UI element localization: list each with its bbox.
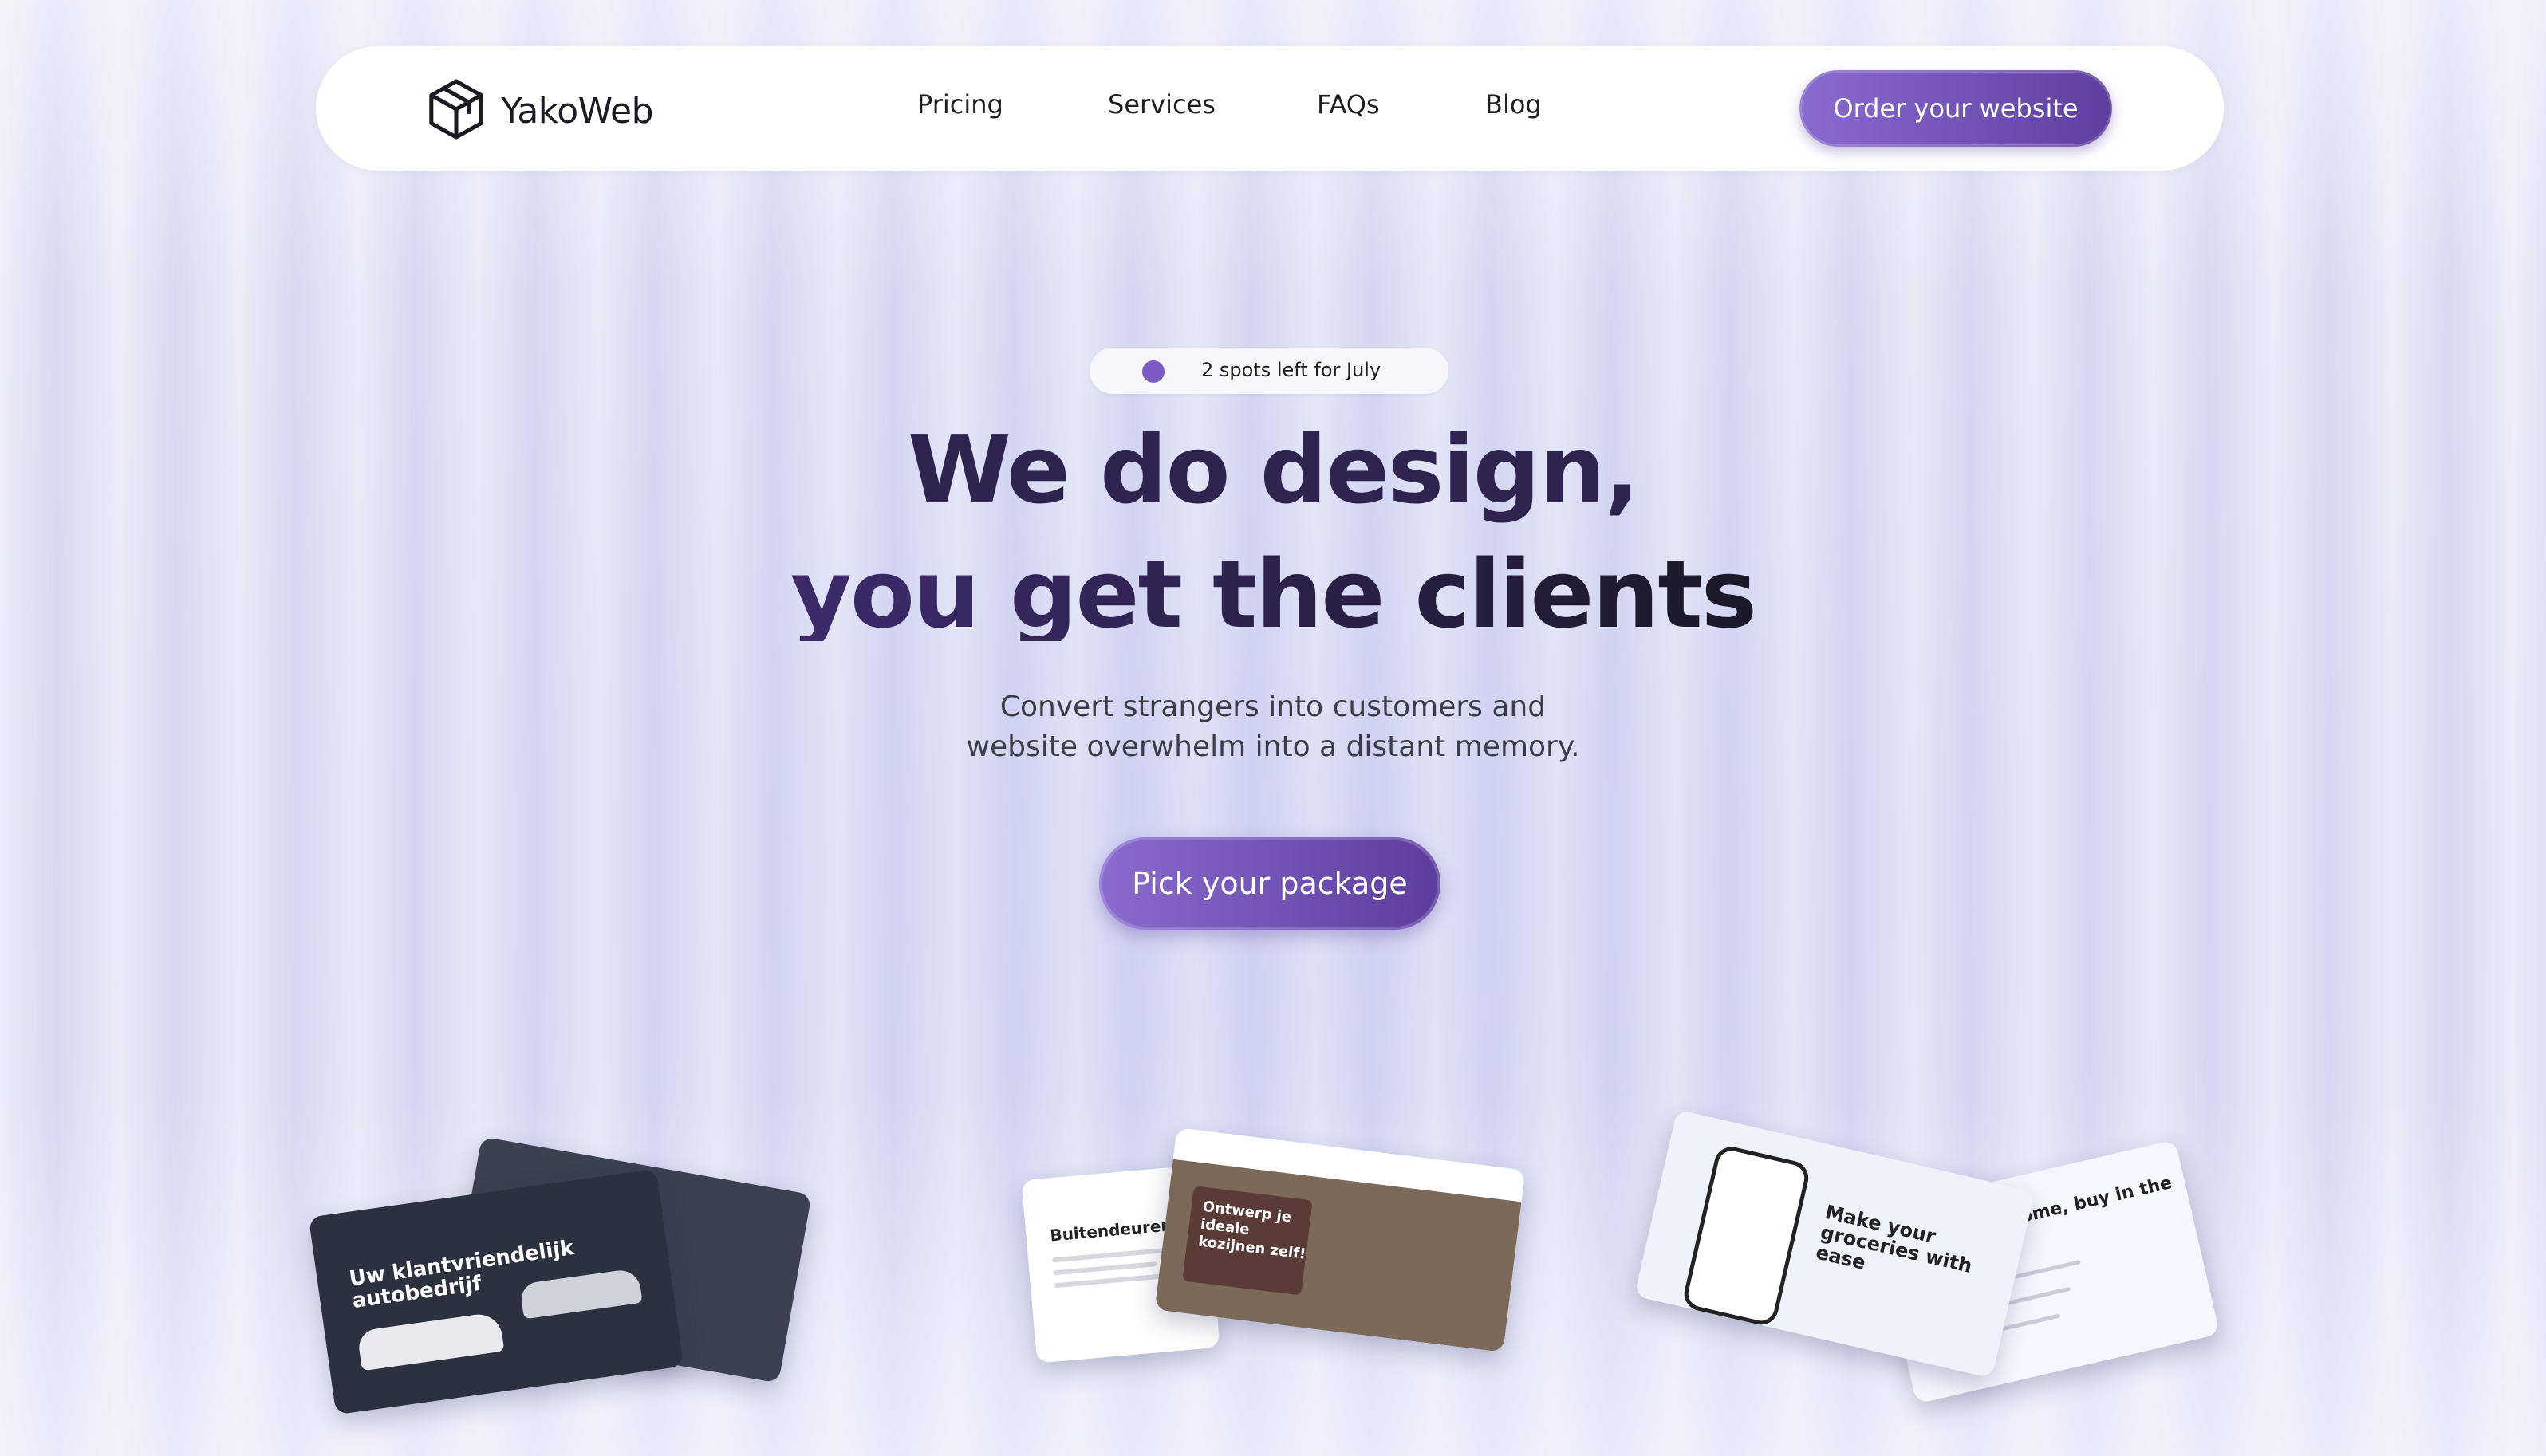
car-image xyxy=(357,1311,505,1371)
brand-name: YakoWeb xyxy=(501,90,654,132)
text-line xyxy=(1052,1247,1172,1263)
nav-link-pricing[interactable]: Pricing xyxy=(917,89,1003,120)
hero-subtitle-line1: Convert strangers into customers and xyxy=(999,691,1547,723)
pick-package-button[interactable]: Pick your package xyxy=(1099,837,1440,930)
phone-mockup xyxy=(1681,1143,1812,1328)
showcase-groceries-headline: Make your groceries with ease xyxy=(1813,1200,1975,1278)
hero-subtitle-line2: website overwhelm into a distant memory. xyxy=(966,730,1580,763)
order-website-button[interactable]: Order your website xyxy=(1799,70,2112,147)
showcase-kozijnen-page-title: Buitendeuren xyxy=(1049,1215,1173,1245)
text-line xyxy=(1053,1261,1157,1276)
status-dot-icon xyxy=(1142,360,1165,383)
nav-link-faqs[interactable]: FAQs xyxy=(1317,89,1380,120)
badge-text: 2 spots left for July xyxy=(1201,359,1381,381)
hero-title-line2: you get the clients xyxy=(0,547,2546,641)
nav-link-blog[interactable]: Blog xyxy=(1485,89,1542,120)
showcase-kozijnen-headline: Ontwerp je ideale kozijnen zelf! xyxy=(1197,1198,1307,1263)
top-nav: YakoWeb Pricing Services FAQs Blog Order… xyxy=(316,46,2224,171)
nav-link-services[interactable]: Services xyxy=(1108,89,1216,120)
availability-badge: 2 spots left for July xyxy=(1090,348,1448,394)
cube-icon xyxy=(428,78,485,144)
hero-title-line1: We do design, xyxy=(907,415,1640,525)
kozijnen-hero-box: Ontwerp je ideale kozijnen zelf! xyxy=(1182,1186,1313,1296)
logo[interactable]: YakoWeb xyxy=(428,78,654,144)
